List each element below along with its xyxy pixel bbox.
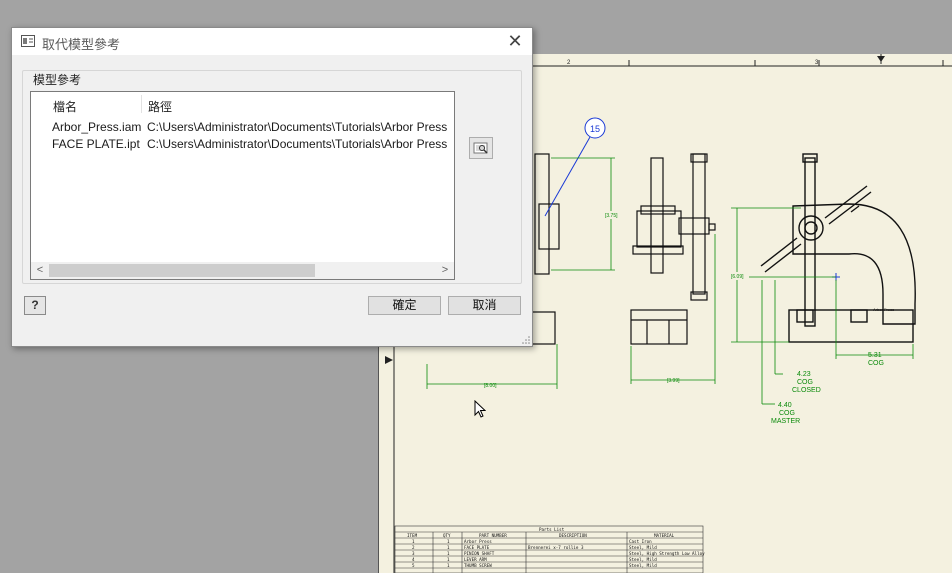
file-path: C:\Users\Administrator\Documents\Tutoria… [147, 137, 448, 151]
svg-text:[3.75]: [3.75] [605, 213, 618, 219]
cog-value: 5.31 [868, 352, 882, 359]
ok-button[interactable]: 確定 [368, 296, 441, 315]
parts-list-header: ITEM [407, 533, 418, 538]
parts-cell: FACE PLATE [464, 545, 490, 550]
resize-grip-icon[interactable] [522, 336, 530, 344]
help-button[interactable]: ? [24, 296, 46, 315]
parts-list-header: QTY [443, 533, 451, 538]
mouse-cursor-icon [474, 400, 486, 418]
close-icon: ✕ [507, 31, 523, 51]
dialog-titlebar[interactable]: 取代模型參考 ✕ [12, 28, 532, 55]
parts-cell: Cast Iron [629, 539, 652, 544]
ruler-number: 2 [567, 60, 571, 66]
scroll-thumb[interactable] [49, 264, 315, 277]
parts-cell: 1 [412, 539, 415, 544]
svg-text:[6.09]: [6.09] [731, 274, 744, 280]
cog-closed-label: COG [797, 379, 813, 386]
parts-cell: Steel, High Strength Low Alloy [629, 551, 705, 556]
column-header-filename[interactable]: 檔名 [53, 98, 77, 115]
file-path: C:\Users\Administrator\Documents\Tutoria… [147, 120, 448, 134]
group-label: 模型參考 [32, 71, 83, 88]
file-name: FACE PLATE.ipt [52, 137, 140, 151]
parts-cell: 2 [412, 545, 415, 550]
browse-folder-icon [473, 142, 488, 154]
parts-cell: 5 [412, 563, 415, 568]
balloon-number: 15 [590, 124, 600, 134]
dialog-app-icon [21, 35, 35, 47]
close-button[interactable]: ✕ [504, 31, 526, 51]
cog-master-label: COG [779, 410, 795, 417]
ruler-number: 3 [815, 60, 819, 66]
parts-cell: Brennerei x-7 rollie 3 [528, 545, 584, 550]
list-item[interactable]: Arbor_Press.iam C:\Users\Administrator\D… [31, 119, 454, 136]
parts-cell: 1 [447, 551, 450, 556]
scroll-right-icon[interactable]: > [438, 263, 452, 278]
cog-master-value: 4.40 [778, 402, 792, 409]
parts-list-header: DESCRIPTION [559, 533, 587, 538]
horizontal-scrollbar[interactable]: < > [31, 262, 454, 279]
list-item[interactable]: FACE PLATE.ipt C:\Users\Administrator\Do… [31, 136, 454, 153]
parts-cell: 4 [412, 557, 415, 562]
browse-button[interactable] [469, 137, 493, 159]
dialog-title: 取代模型參考 [42, 37, 121, 52]
parts-cell: 1 [447, 557, 450, 562]
cancel-button[interactable]: 取消 [448, 296, 521, 315]
scroll-left-icon[interactable]: < [33, 263, 47, 278]
cog-closed-label: CLOSED [792, 387, 821, 394]
parts-list-header: MATERIAL [654, 533, 675, 538]
column-divider[interactable] [141, 95, 142, 113]
replace-model-reference-dialog: 取代模型參考 ✕ 模型參考 檔名 路徑 Arbor_Press.iam C:\U… [11, 27, 533, 347]
parts-cell: Steel, Mild [629, 563, 657, 568]
cog-master-label: MASTER [771, 418, 800, 425]
cog-closed-value: 4.23 [797, 371, 811, 378]
parts-cell: 1 [447, 545, 450, 550]
parts-cell: Arbor Press [464, 539, 492, 544]
svg-text:[8.00]: [8.00] [484, 383, 497, 389]
parts-list-title: Parts List [539, 527, 565, 532]
parts-cell: THUMB SCREW [464, 563, 492, 568]
parts-cell: 3 [412, 551, 415, 556]
column-header-path[interactable]: 路徑 [148, 98, 172, 115]
parts-list-header: PART NUMBER [479, 533, 507, 538]
file-name: Arbor_Press.iam [52, 120, 142, 134]
parts-cell: LEVER ARM [464, 557, 487, 562]
svg-text:Arbor Press: Arbor Press [873, 307, 894, 312]
parts-cell: 1 [447, 539, 450, 544]
cog-label: COG [868, 360, 884, 367]
svg-text:[3.99]: [3.99] [667, 378, 680, 384]
parts-cell: Steel, Mild [629, 557, 657, 562]
reference-list[interactable]: 檔名 路徑 Arbor_Press.iam C:\Users\Administr… [30, 91, 455, 280]
parts-cell: PINION SHAFT [464, 551, 495, 556]
parts-cell: Steel, Mild [629, 545, 657, 550]
help-icon: ? [31, 298, 39, 312]
parts-cell: 1 [447, 563, 450, 568]
